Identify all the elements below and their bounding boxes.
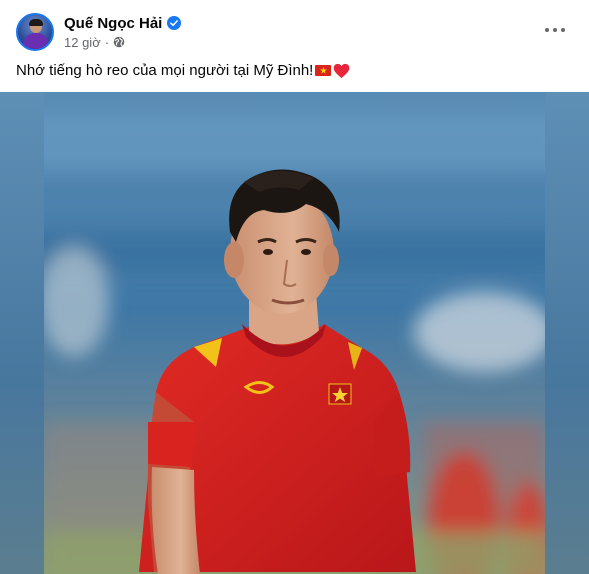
post-caption: Nhớ tiếng hò reo của mọi người tại Mỹ Đì… — [16, 62, 350, 79]
post-header: Quế Ngọc Hải 12 giờ · — [0, 0, 589, 60]
author-row: Quế Ngọc Hải — [64, 13, 182, 33]
more-dot — [561, 28, 565, 32]
red-heart-icon — [334, 63, 350, 78]
post-media[interactable] — [0, 92, 589, 574]
globe-icon[interactable] — [113, 36, 125, 48]
more-dot — [545, 28, 549, 32]
author-name[interactable]: Quế Ngọc Hải — [64, 15, 162, 32]
author-avatar[interactable] — [16, 13, 54, 51]
more-dot — [553, 28, 557, 32]
vietnam-flag-icon — [315, 65, 332, 76]
media-backdrop-left — [0, 92, 44, 574]
meta-separator: · — [104, 34, 110, 50]
verified-badge-icon — [167, 16, 182, 30]
caption-text: Nhớ tiếng hò reo của mọi người tại Mỹ Đì… — [16, 62, 314, 79]
post-photo[interactable] — [44, 92, 545, 574]
more-options-button[interactable] — [537, 18, 573, 42]
media-backdrop-right — [545, 92, 589, 574]
post-meta: 12 giờ · — [64, 34, 125, 50]
facebook-post: Quế Ngọc Hải 12 giờ · Nhớ tiếng hò reo c… — [0, 0, 589, 574]
post-timestamp[interactable]: 12 giờ — [64, 35, 101, 50]
